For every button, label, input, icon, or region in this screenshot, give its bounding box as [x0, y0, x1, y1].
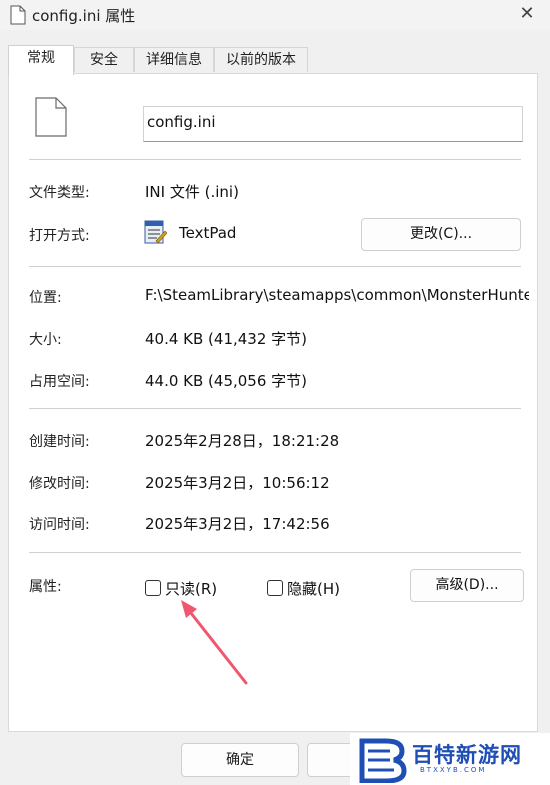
tab-previous-versions[interactable]: 以前的版本: [214, 47, 308, 72]
location-label: 位置:: [29, 290, 62, 306]
size-label: 大小:: [29, 332, 62, 348]
watermark-name: 百特新游网: [412, 743, 522, 767]
location-value: F:\SteamLibrary\steamapps\common\Monster…: [145, 286, 529, 304]
divider: [29, 408, 521, 409]
modified-value: 2025年3月2日，10:56:12: [145, 474, 330, 492]
file-icon: [10, 5, 26, 29]
attributes-label: 属性:: [29, 579, 62, 595]
file-type-value: INI 文件 (.ini): [145, 183, 239, 201]
hidden-checkbox[interactable]: [267, 580, 283, 596]
size-on-disk-label: 占用空间:: [29, 374, 90, 390]
opens-with-value: TextPad: [179, 224, 237, 242]
created-value: 2025年2月28日，18:21:28: [145, 432, 340, 450]
window-title: config.ini 属性: [32, 7, 136, 25]
divider: [29, 159, 521, 160]
site-logo-icon: [359, 738, 407, 783]
readonly-label[interactable]: 只读(R): [165, 578, 217, 599]
file-type-label: 文件类型:: [29, 185, 90, 201]
size-value: 40.4 KB (41,432 字节): [145, 330, 308, 348]
site-watermark: 百特新游网 BTXXYB.COM: [350, 733, 550, 785]
opens-with-label: 打开方式:: [29, 228, 90, 244]
change-button[interactable]: 更改(C)...: [361, 218, 521, 251]
filename-input[interactable]: config.ini: [143, 106, 523, 142]
watermark-sub: BTXXYB.COM: [420, 766, 487, 774]
divider: [29, 266, 521, 267]
textpad-icon: [143, 219, 168, 249]
size-on-disk-value: 44.0 KB (45,056 字节): [145, 372, 308, 390]
title-bar: config.ini 属性 ✕: [0, 0, 550, 30]
file-type-icon: [34, 96, 68, 142]
readonly-checkbox[interactable]: [145, 580, 161, 596]
general-panel: config.ini 文件类型: INI 文件 (.ini) 打开方式: Tex…: [8, 73, 538, 732]
tab-details[interactable]: 详细信息: [134, 47, 214, 72]
tab-security[interactable]: 安全: [74, 47, 134, 72]
hidden-label[interactable]: 隐藏(H): [287, 578, 340, 599]
accessed-label: 访问时间:: [29, 517, 90, 533]
close-button[interactable]: ✕: [504, 0, 550, 30]
ok-button[interactable]: 确定: [181, 743, 299, 777]
modified-label: 修改时间:: [29, 476, 90, 492]
advanced-button[interactable]: 高级(D)...: [410, 569, 524, 602]
tab-general[interactable]: 常规: [8, 45, 74, 75]
created-label: 创建时间:: [29, 434, 90, 450]
divider: [29, 552, 521, 553]
accessed-value: 2025年3月2日，17:42:56: [145, 515, 330, 533]
